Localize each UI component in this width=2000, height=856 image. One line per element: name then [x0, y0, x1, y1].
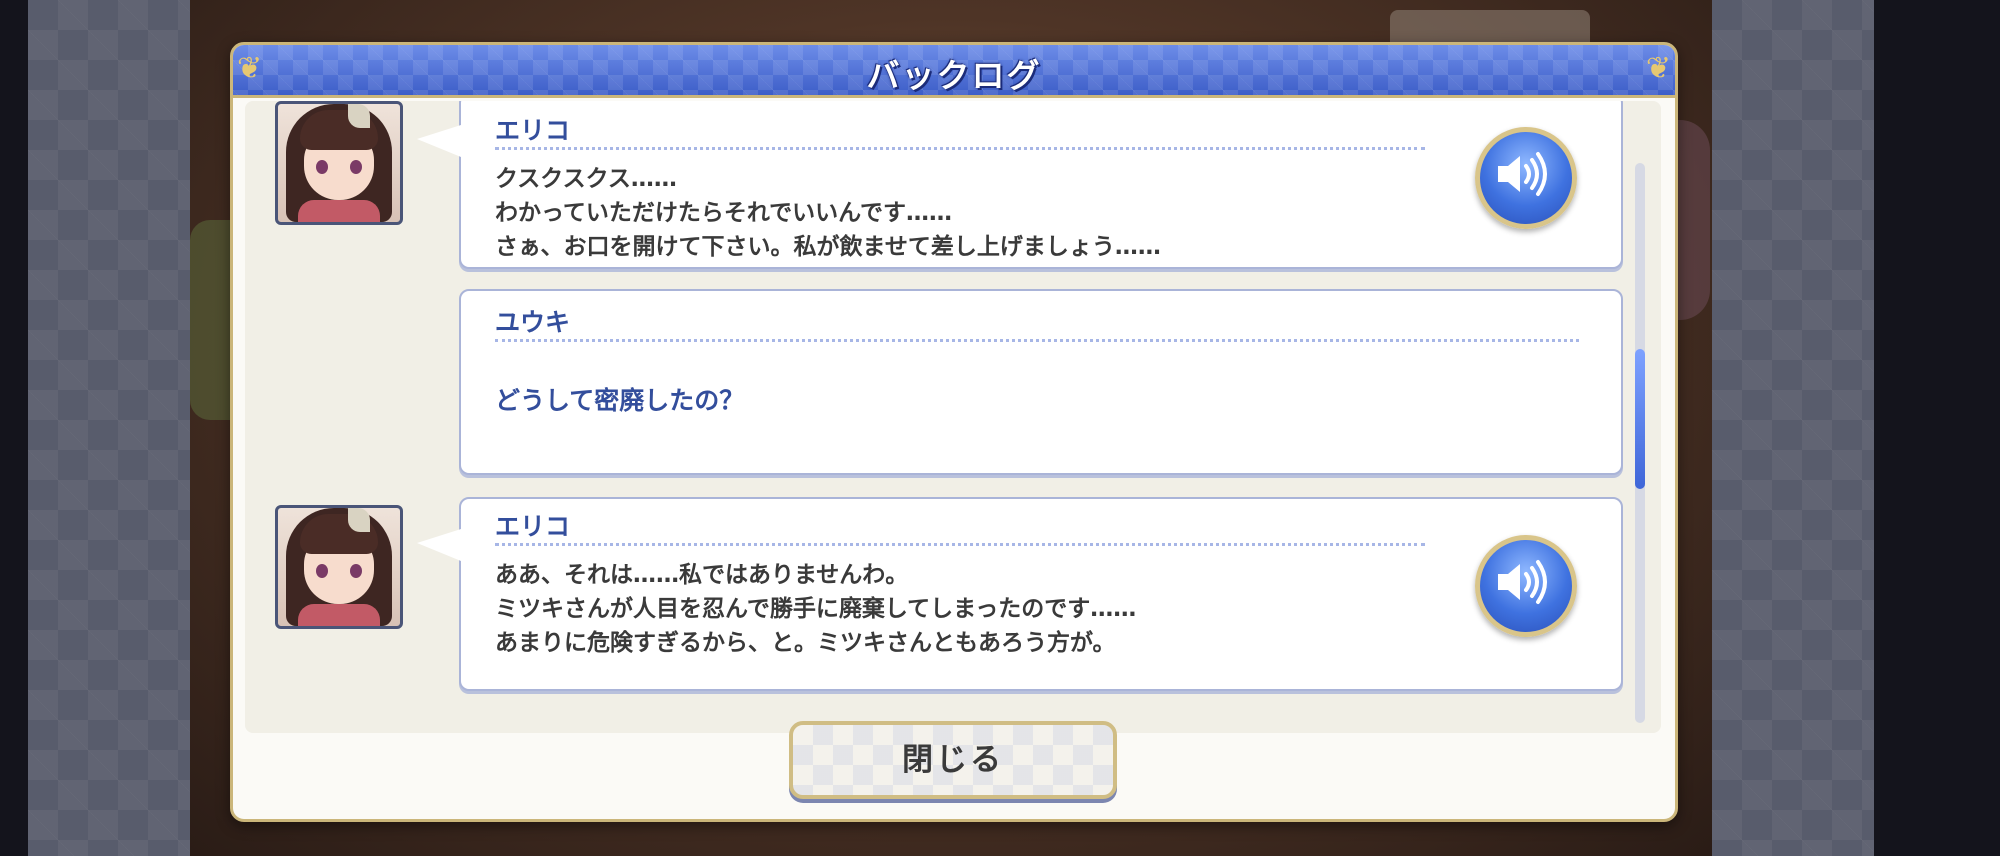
character-portrait: [275, 101, 403, 225]
corner-ornament-icon: ❦: [1645, 51, 1671, 86]
backlog-list[interactable]: エリコ クスクスクス…… わかっていただけたらそれでいいんです…… さぁ、お口を…: [245, 101, 1661, 733]
corner-ornament-icon: ❦: [237, 51, 263, 86]
backlog-scrollbar[interactable]: [1635, 163, 1645, 723]
dialog-title-bar: ❦ バックログ ❦: [233, 45, 1675, 98]
character-portrait: [275, 505, 403, 629]
name-divider: [495, 147, 1425, 150]
close-button[interactable]: 閉じる: [789, 721, 1117, 799]
speaker-name: エリコ: [495, 512, 571, 541]
dialogue-bubble: ユウキ どうして密廃したの？: [459, 289, 1623, 475]
dialogue-bubble: エリコ ああ、それは……私ではありませんわ。 ミツキさんが人目を忍んで勝手に廃棄…: [417, 497, 1623, 691]
dialogue-line: ミツキさんが人目を忍んで勝手に廃棄してしまったのです……: [495, 596, 1137, 622]
speaker-volume-icon: [1498, 560, 1547, 604]
dialogue-line: わかっていただけたらそれでいいんです……: [495, 200, 953, 226]
name-divider: [495, 543, 1425, 546]
dialogue-line: ああ、それは……私ではありませんわ。: [495, 562, 909, 588]
right-background-panel: [1712, 0, 1874, 856]
voice-replay-button[interactable]: [1475, 127, 1577, 229]
speaker-name: エリコ: [495, 116, 571, 145]
dialogue-line: あまりに危険すぎるから、と。ミツキさんともあろう方が。: [495, 630, 1116, 656]
log-entry: ユウキ どうして密廃したの？: [245, 289, 1625, 477]
bubble-tail: [417, 529, 461, 561]
name-divider: [495, 339, 1579, 342]
bubble-tail: [417, 125, 461, 157]
dialogue-line: さぁ、お口を開けて下さい。私が飲ませて差し上げましょう……: [495, 234, 1161, 260]
dialog-title: バックログ: [866, 56, 1042, 95]
log-entry: エリコ クスクスクス…… わかっていただけたらそれでいいんです…… さぁ、お口を…: [245, 101, 1625, 273]
voice-replay-button[interactable]: [1475, 535, 1577, 637]
dialogue-bubble: エリコ クスクスクス…… わかっていただけたらそれでいいんです…… さぁ、お口を…: [417, 101, 1623, 269]
dialogue-line: クスクスクス……: [495, 166, 677, 192]
speaker-name: ユウキ: [495, 308, 571, 337]
log-entry: エリコ ああ、それは……私ではありませんわ。 ミツキさんが人目を忍んで勝手に廃棄…: [245, 497, 1625, 733]
speaker-volume-icon: [1498, 152, 1547, 196]
left-background-panel: [28, 0, 190, 856]
close-button-label: 閉じる: [902, 742, 1004, 778]
dialogue-line: どうして密廃したの？: [495, 386, 745, 415]
scrollbar-thumb[interactable]: [1635, 349, 1645, 489]
backlog-dialog: ❦ バックログ ❦ エリコ クスクスクス…… わかっていただけたらそれでいいんで…: [230, 42, 1678, 822]
